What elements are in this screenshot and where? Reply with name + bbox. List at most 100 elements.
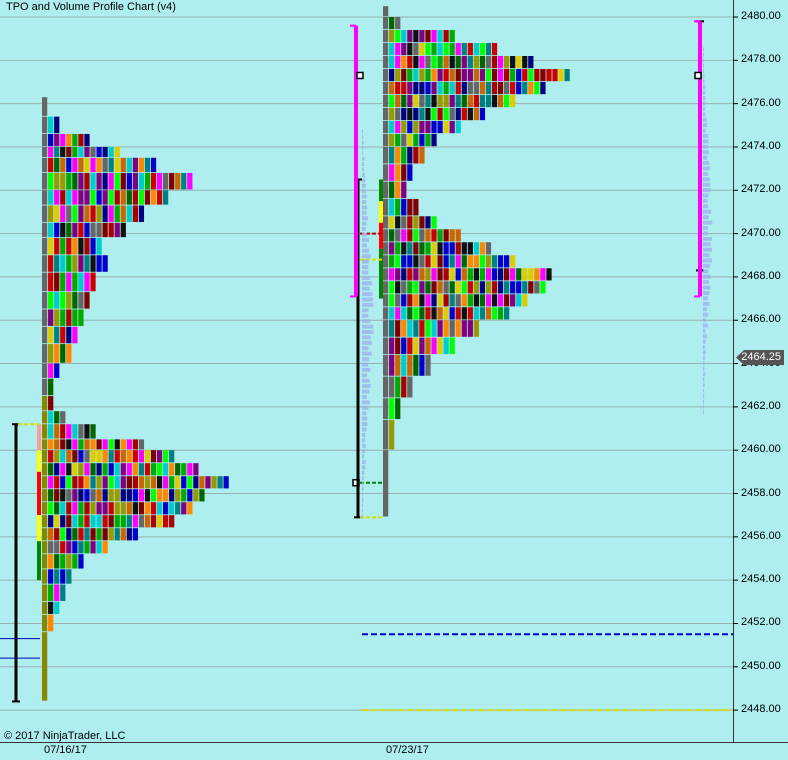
tpo-block-s0-r23-c19 xyxy=(156,463,163,476)
volume-bar-0-9838 xyxy=(362,454,365,459)
volume-bar-1-9899 xyxy=(703,123,708,128)
tpo-block-s0-r14-c5 xyxy=(72,326,78,344)
tpo-block-s0-r8-c4 xyxy=(66,222,72,238)
tpo-block-s1-r24-c6 xyxy=(419,337,425,355)
volume-bar-1-9858 xyxy=(703,345,705,350)
volume-bar-0-9890 xyxy=(362,172,365,177)
tpo-block-s1-r5-c25 xyxy=(534,68,540,82)
tick-label-2: 2452.00 xyxy=(741,616,781,629)
tpo-block-s0-r7-c2 xyxy=(54,205,60,222)
tpo-block-s0-r31-c1 xyxy=(48,569,54,584)
tpo-block-s1-r18-c15 xyxy=(473,255,479,268)
tpo-block-s0-r31-c2 xyxy=(54,569,60,584)
volume-bar-1-9883 xyxy=(703,209,712,214)
volume-bar-1-9889 xyxy=(703,177,710,182)
tpo-block-s1-r8-c11 xyxy=(449,107,455,121)
tpo-block-s1-r5-c4 xyxy=(407,68,413,82)
tpo-block-s0-r28-c15 xyxy=(132,528,138,541)
tpo-block-s1-r14-c1 xyxy=(389,198,395,216)
poc-marker-1 xyxy=(356,71,364,80)
tpo-block-s1-r17-c4 xyxy=(407,242,413,255)
tick-label-16: 2480.00 xyxy=(741,10,781,22)
tpo-block-s0-r30-c0 xyxy=(42,554,48,569)
tpo-block-s1-r19-c21 xyxy=(510,268,516,281)
tpo-block-s1-r18-c6 xyxy=(419,255,425,268)
tpo-block-s1-r20-c3 xyxy=(401,281,407,294)
volume-bar-1-9876 xyxy=(703,247,713,252)
ib-strip-0 xyxy=(37,424,41,451)
tpo-block-s0-r6-c14 xyxy=(126,190,132,205)
tpo-block-s1-r21-c22 xyxy=(516,294,522,307)
tpo-block-s1-r8-c9 xyxy=(437,107,443,121)
tpo-block-s1-r5-c14 xyxy=(467,68,473,82)
tpo-block-s1-r26-c2 xyxy=(395,376,401,398)
tpo-block-s1-r2-c1 xyxy=(389,29,395,43)
tpo-block-s1-r23-c5 xyxy=(413,320,419,337)
tpo-block-s1-r4-c3 xyxy=(401,55,407,69)
volume-bar-1-9910 xyxy=(703,63,705,68)
tpo-block-s1-r5-c2 xyxy=(395,68,401,82)
volume-bar-1-9870 xyxy=(703,280,710,285)
tpo-block-s0-r29-c3 xyxy=(60,541,66,554)
tpo-block-s0-r6-c9 xyxy=(96,190,102,205)
ib-strip-5 xyxy=(379,179,383,202)
volume-bar-0-9891 xyxy=(362,167,364,172)
volume-bar-0-9881 xyxy=(362,221,367,226)
tpo-block-s0-r27-c6 xyxy=(78,515,84,528)
tpo-block-s1-r5-c3 xyxy=(401,68,407,82)
tpo-block-s0-r25-c5 xyxy=(72,489,78,502)
tpo-block-s1-r4-c16 xyxy=(479,55,486,69)
tpo-block-s0-r24-c30 xyxy=(223,476,229,489)
tpo-block-s0-r28-c8 xyxy=(90,528,96,541)
tpo-block-s1-r15-c6 xyxy=(419,216,425,229)
tpo-block-s1-r15-c1 xyxy=(389,216,395,229)
tpo-block-s1-r3-c18 xyxy=(491,42,498,56)
tpo-block-s1-r9-c1 xyxy=(389,120,395,134)
tpo-block-s1-r21-c16 xyxy=(479,294,486,307)
tpo-block-s0-r33-c0 xyxy=(42,601,48,615)
tpo-block-s0-r0-c0 xyxy=(42,97,48,116)
tpo-block-s0-r9-c9 xyxy=(96,237,102,255)
tpo-block-s0-r5-c0 xyxy=(42,172,48,190)
tpo-block-s1-r16-c9 xyxy=(437,229,443,242)
tpo-block-s1-r1-c0 xyxy=(383,17,389,30)
tpo-block-s0-r28-c13 xyxy=(120,528,126,541)
ib-strip-3 xyxy=(37,515,41,542)
tpo-block-s1-r10-c8 xyxy=(431,133,437,147)
volume-bar-1-9847 xyxy=(703,404,704,409)
last-price-badge: 2464.25 xyxy=(736,350,784,365)
tpo-block-s1-r22-c12 xyxy=(455,307,461,320)
tpo-block-s1-r25-c4 xyxy=(407,354,413,376)
tpo-block-s1-r13-c1 xyxy=(389,181,395,199)
tpo-block-s1-r5-c27 xyxy=(546,68,552,82)
tpo-block-s0-r23-c0 xyxy=(42,463,48,476)
tpo-block-s1-r10-c5 xyxy=(413,133,419,147)
volume-bar-0-9894 xyxy=(362,151,364,156)
tpo-block-s1-r19-c9 xyxy=(437,268,443,281)
tpo-block-s0-r27-c15 xyxy=(132,515,138,528)
tpo-block-s1-r2-c8 xyxy=(431,29,437,43)
tpo-block-s0-r8-c10 xyxy=(102,222,108,238)
tpo-block-s0-r23-c13 xyxy=(120,463,126,476)
tpo-block-s0-r25-c22 xyxy=(175,489,181,502)
tpo-block-s0-r1-c2 xyxy=(54,116,60,134)
volume-bar-1-9900 xyxy=(703,117,707,122)
volume-bar-0-9830 xyxy=(362,497,364,502)
tpo-block-s0-r24-c0 xyxy=(42,476,48,489)
volume-bar-1-9851 xyxy=(703,383,705,388)
tpo-block-s1-r19-c7 xyxy=(425,268,431,281)
tpo-block-s1-r5-c12 xyxy=(455,68,461,82)
tpo-block-s0-r24-c4 xyxy=(66,476,72,489)
tpo-block-s0-r12-c7 xyxy=(84,292,90,309)
ib-strip-7 xyxy=(379,222,383,249)
tpo-block-s1-r18-c17 xyxy=(485,255,492,268)
volume-bar-1-9869 xyxy=(703,285,711,290)
tpo-block-s0-r25-c13 xyxy=(120,489,126,502)
tpo-block-s0-r4-c9 xyxy=(96,157,102,173)
volume-bar-0-9857 xyxy=(362,351,372,356)
tpo-block-s0-r5-c13 xyxy=(120,172,126,190)
tpo-block-s0-r16-c1 xyxy=(48,363,54,378)
tpo-block-s0-r23-c23 xyxy=(181,463,187,476)
tpo-block-s0-r32-c3 xyxy=(60,584,66,602)
volume-bar-1-9904 xyxy=(703,96,706,101)
